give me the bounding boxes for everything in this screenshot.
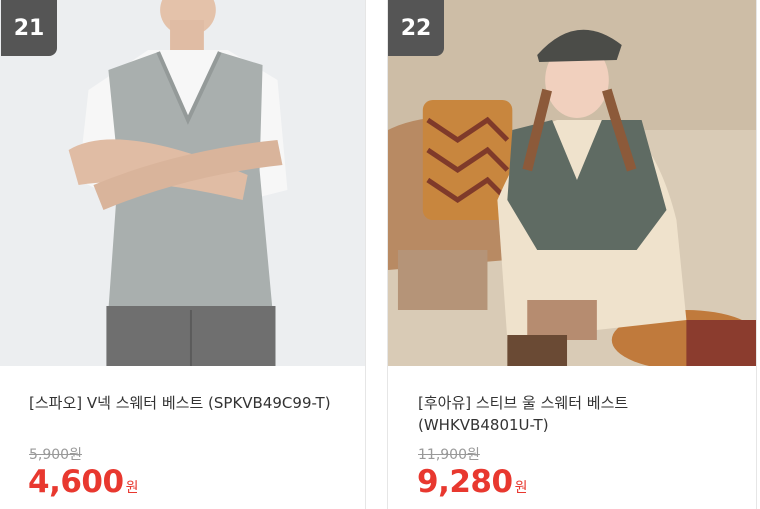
product-card[interactable]: 22 [후아유] 스티브 울 스웨터 베스트 (WHKVB4801U-T) 11… <box>387 0 757 509</box>
product-card[interactable]: 21 [스파오] V넥 스웨터 베스트 (SPKVB49C99-T) 5,900… <box>0 0 366 509</box>
sale-price-value: 4,600 <box>28 464 124 500</box>
sale-price: 9,280 원 <box>417 464 527 500</box>
sale-price-value: 9,280 <box>417 464 513 500</box>
product-title[interactable]: [후아유] 스티브 울 스웨터 베스트 (WHKVB4801U-T) <box>418 392 733 436</box>
rank-badge: 21 <box>1 0 57 56</box>
currency-label: 원 <box>125 480 139 496</box>
sale-price: 4,600 원 <box>28 464 138 500</box>
original-price: 5,900원 <box>29 447 82 463</box>
product-title[interactable]: [스파오] V넥 스웨터 베스트 (SPKVB49C99-T) <box>29 392 344 414</box>
rank-badge: 22 <box>388 0 444 56</box>
currency-label: 원 <box>514 480 528 496</box>
product-image[interactable] <box>388 0 756 366</box>
original-price: 11,900원 <box>418 447 480 463</box>
product-info: [후아유] 스티브 울 스웨터 베스트 (WHKVB4801U-T) 11,90… <box>388 366 756 509</box>
product-info: [스파오] V넥 스웨터 베스트 (SPKVB49C99-T) 5,900원 4… <box>0 366 365 509</box>
product-image[interactable] <box>0 0 365 366</box>
